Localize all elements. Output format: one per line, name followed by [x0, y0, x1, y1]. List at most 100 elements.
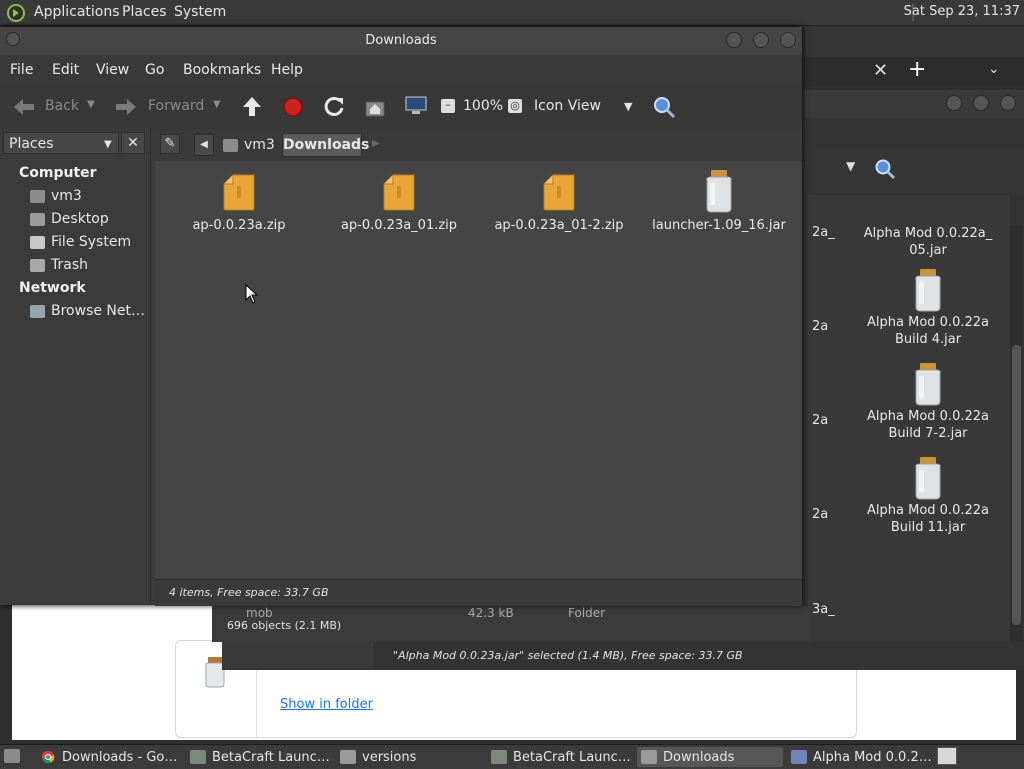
view-dropdown-arrow-icon[interactable]: ▼	[846, 159, 855, 173]
browser-titlebar[interactable]	[805, 7, 1024, 57]
search-icon[interactable]	[652, 95, 676, 119]
sidebar-item-trash[interactable]: Trash	[30, 255, 88, 275]
file-item[interactable]: Alpha Mod 0.0.22a_ 05.jar	[858, 225, 998, 259]
versions-titlebar[interactable]	[805, 90, 1024, 118]
forward-button[interactable]: Forward	[148, 98, 204, 114]
trash-icon	[30, 258, 45, 272]
file-menu[interactable]: File	[10, 62, 33, 78]
archive-icon	[791, 750, 807, 764]
sidebar-item-browse-network[interactable]: Browse Net…	[30, 301, 145, 321]
file-name-line1: Alpha Mod 0.0.22a	[867, 315, 989, 330]
scrollbar-thumb[interactable]	[1012, 345, 1021, 625]
sidebar-item-label: File System	[51, 234, 132, 250]
forward-history-arrow-icon[interactable]: ▼	[213, 99, 221, 110]
taskbar-item[interactable]: BetaCraft Launc…	[487, 747, 633, 767]
sidebar-close-icon[interactable]: ✕	[121, 132, 145, 154]
mouse-cursor-icon	[245, 284, 259, 304]
file-name-line2: Build 7-2.jar	[888, 426, 968, 441]
taskbar-item[interactable]: Alpha Mod 0.0.2…	[787, 747, 933, 767]
view-mode-chevron-down-icon[interactable]: ▼	[624, 100, 632, 113]
list-row-name: mob	[246, 606, 273, 620]
zip-archive-icon	[383, 174, 415, 211]
up-arrow-icon[interactable]	[241, 95, 263, 119]
system-menu[interactable]: System	[174, 4, 226, 20]
objects-status: 696 objects (2.1 MB)	[227, 619, 342, 632]
top-panel: Applications Places System Sat Sep 23, 1…	[0, 0, 1024, 26]
tab-close-icon[interactable]: ✕	[873, 60, 888, 81]
path-segment-vm3[interactable]: vm3	[217, 133, 281, 157]
back-history-arrow-icon[interactable]: ▼	[87, 99, 95, 110]
view-menu[interactable]: View	[96, 62, 129, 78]
distro-logo-icon[interactable]	[6, 3, 26, 23]
view-mode-select[interactable]: Icon View	[534, 98, 601, 114]
file-area: ap-0.0.23a.zip ap-0.0.23a_01.zip ap-0.0.…	[155, 161, 802, 579]
back-button[interactable]: Back	[45, 98, 79, 114]
zoom-level: 100%	[463, 98, 504, 114]
reload-icon[interactable]	[323, 95, 345, 119]
zip-archive-icon	[223, 174, 255, 211]
jar-file-icon	[915, 363, 941, 406]
taskbar-item-label: Downloads - Go…	[62, 749, 178, 765]
location-edit-icon[interactable]: ✎	[160, 134, 180, 154]
minimize-icon[interactable]	[946, 95, 962, 111]
computer-icon[interactable]	[404, 95, 428, 117]
stop-icon[interactable]	[282, 96, 304, 118]
sidebar-selector-chevron-down-icon[interactable]: ▼	[104, 139, 112, 150]
file-name-line2: Build 11.jar	[890, 520, 966, 535]
file-item[interactable]: Alpha Mod 0.0.22a Build 7-2.jar	[858, 362, 998, 442]
applications-menu[interactable]: Applications	[34, 4, 120, 20]
workspace-switcher[interactable]	[937, 747, 957, 765]
jar-file-icon	[706, 170, 732, 213]
edit-menu[interactable]: Edit	[52, 62, 79, 78]
file-item[interactable]: ap-0.0.23a_01-2.zip	[484, 172, 634, 233]
places-menu[interactable]: Places	[122, 4, 167, 20]
file-item[interactable]: Alpha Mod 0.0.22a Build 11.jar	[858, 456, 998, 536]
file-item[interactable]: Alpha Mod 0.0.22a Build 4.jar	[858, 268, 998, 348]
file-item[interactable]: ap-0.0.23a_01.zip	[324, 172, 474, 233]
versions-toolbar: ▼	[805, 145, 1024, 193]
new-tab-icon[interactable]: +	[908, 57, 926, 82]
network-icon	[30, 304, 45, 318]
file-name-line2: Build 4.jar	[894, 332, 962, 347]
pathbar: ✎ ◀ vm3 Downloads ▶	[152, 129, 802, 161]
go-menu[interactable]: Go	[145, 62, 164, 78]
jar-file-icon	[915, 269, 941, 312]
taskbar-item[interactable]: Downloads	[637, 747, 783, 767]
sidebar-item-vm3[interactable]: vm3	[30, 186, 82, 206]
tab-list-chevron-icon[interactable]: ⌄	[988, 61, 1000, 77]
clock[interactable]: Sat Sep 23, 11:37	[904, 4, 1020, 19]
menubar: File Edit View Go Bookmarks Help	[0, 55, 802, 85]
maximize-icon[interactable]	[973, 95, 989, 111]
show-in-folder-link[interactable]: Show in folder	[280, 697, 373, 712]
bookmarks-menu[interactable]: Bookmarks	[183, 62, 261, 78]
partial-file-label: 2a	[812, 507, 829, 522]
path-right-arrow-icon[interactable]: ▶	[372, 138, 380, 149]
partial-file-label: 2a_	[812, 225, 835, 240]
status-text: 4 items, Free space: 33.7 GB	[169, 586, 329, 599]
taskbar-item-label: Downloads	[663, 749, 735, 765]
sidebar-item-desktop[interactable]: Desktop	[30, 209, 109, 229]
folder-icon	[641, 750, 657, 764]
zoom-out-icon[interactable]: –	[441, 99, 455, 113]
taskbar-item[interactable]: Downloads - Go…	[36, 747, 182, 767]
versions-statusbar: "Alpha Mod 0.0.23a.jar" selected (1.4 MB…	[222, 642, 1024, 668]
sidebar-item-filesystem[interactable]: File System	[30, 232, 131, 252]
search-icon[interactable]	[874, 158, 896, 180]
home-folder-icon	[223, 138, 238, 152]
path-segment-label: Downloads	[283, 137, 370, 153]
file-name-line1: Alpha Mod 0.0.22a	[867, 503, 989, 518]
file-name-line2: 05.jar	[909, 243, 947, 258]
partial-file-label: 2a	[812, 319, 829, 334]
file-item[interactable]: ap-0.0.23a.zip	[164, 172, 314, 233]
path-segment-downloads[interactable]: Downloads	[282, 133, 369, 157]
close-icon[interactable]	[1000, 95, 1016, 111]
home-folder-icon[interactable]	[364, 96, 386, 118]
path-left-arrow-icon[interactable]: ◀	[194, 134, 214, 156]
file-name: ap-0.0.23a_01-2.zip	[494, 218, 624, 233]
zoom-reset-icon[interactable]: ◎	[508, 99, 522, 113]
show-desktop-icon[interactable]	[4, 749, 20, 763]
taskbar-item[interactable]: versions	[336, 747, 482, 767]
taskbar-item[interactable]: BetaCraft Launc…	[186, 747, 332, 767]
file-item[interactable]: launcher-1.09_16.jar	[644, 169, 794, 233]
help-menu[interactable]: Help	[271, 62, 303, 78]
